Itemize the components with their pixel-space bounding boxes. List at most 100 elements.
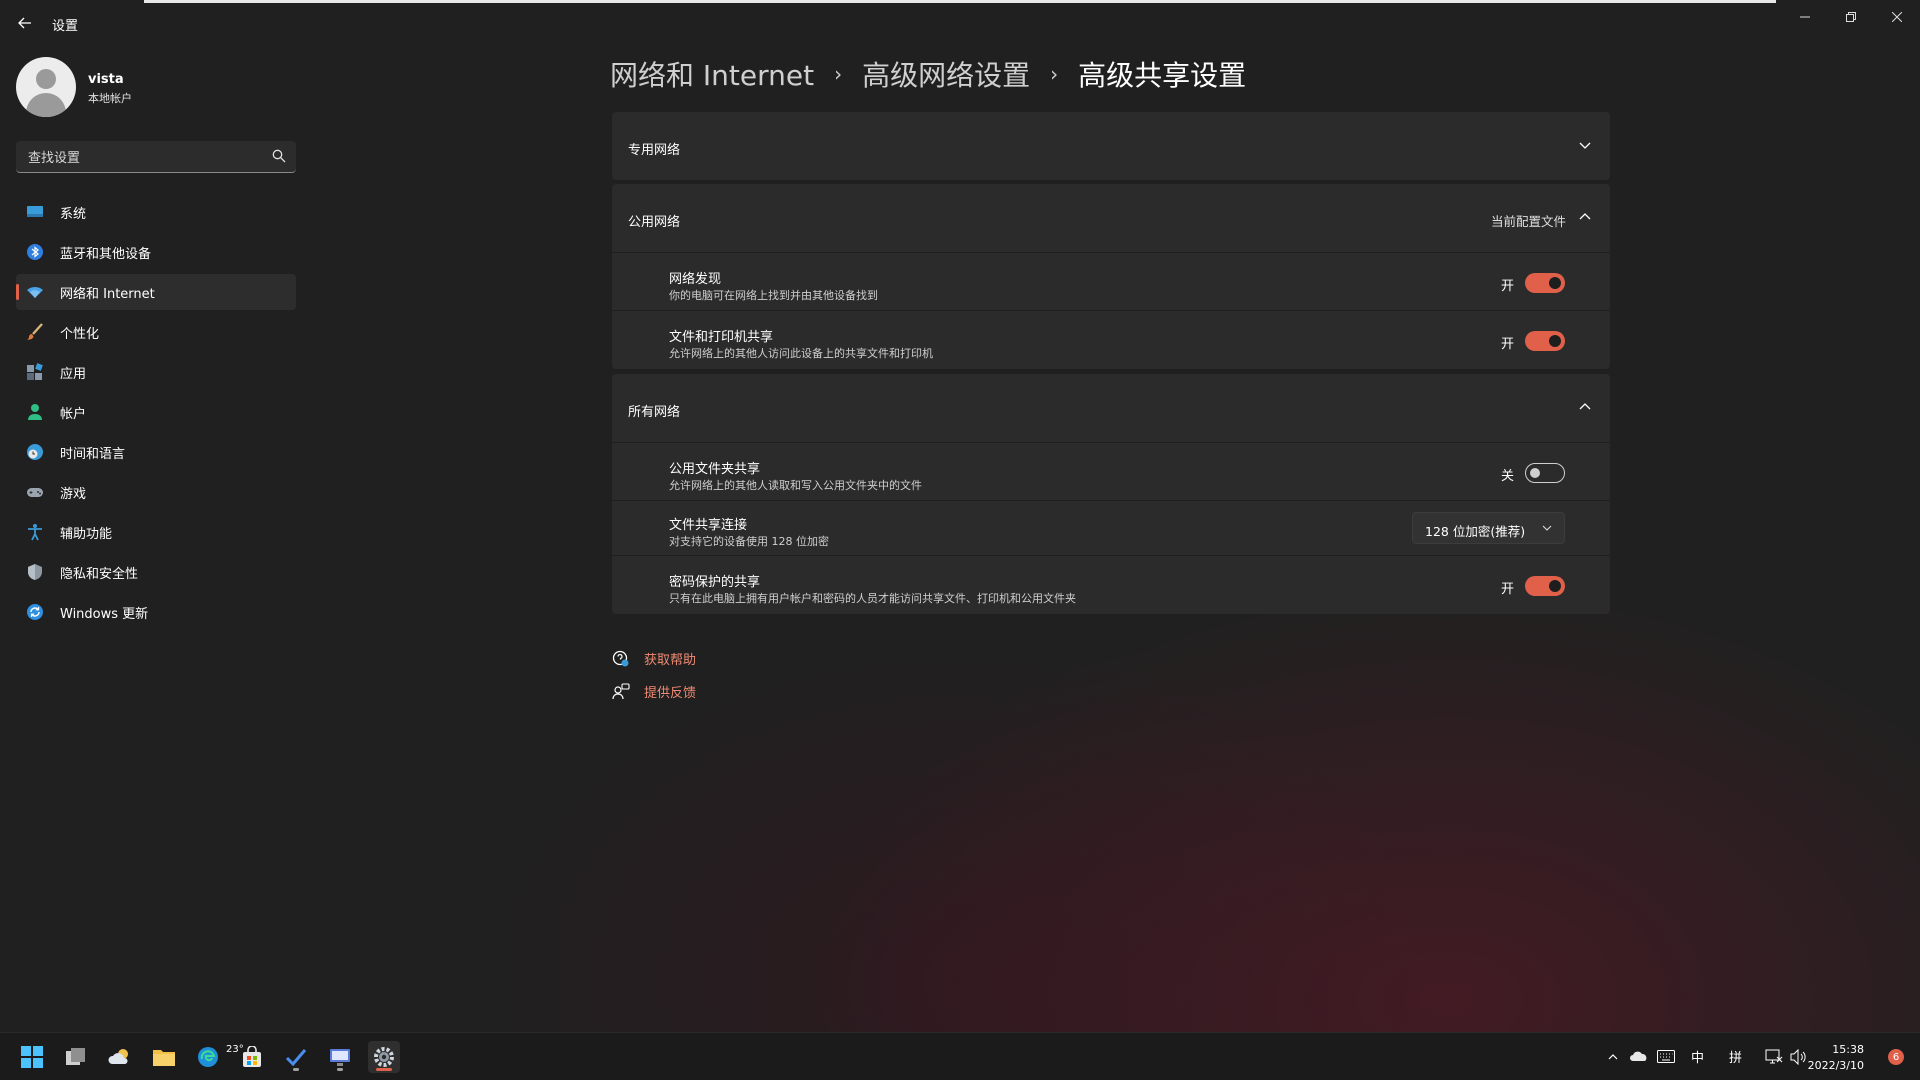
task-view-button[interactable]: [60, 1041, 92, 1073]
setting-title: 公用文件夹共享: [669, 462, 761, 477]
avatar[interactable]: [16, 57, 76, 117]
onedrive-cloud-icon[interactable]: [1630, 1049, 1648, 1063]
breadcrumb: 网络和 Internet › 高级网络设置 › 高级共享设置: [610, 54, 1246, 94]
clock-date[interactable]: 2022/3/10: [1808, 1059, 1864, 1072]
breadcrumb-separator: ›: [834, 62, 843, 86]
setting-row-public-folder-sharing: 公用文件夹共享 允许网络上的其他人读取和写入公用文件夹中的文件 关: [612, 442, 1610, 501]
section-title: 所有网络: [628, 405, 681, 420]
password-protected-sharing-toggle[interactable]: [1525, 576, 1565, 596]
close-icon: [1892, 12, 1902, 22]
file-explorer-button[interactable]: [148, 1041, 180, 1073]
ime-language-indicator[interactable]: 中: [1691, 1047, 1704, 1066]
give-feedback-link[interactable]: 提供反馈: [612, 682, 696, 701]
sidebar-item-apps[interactable]: 应用: [16, 354, 296, 390]
ime-mode-indicator[interactable]: 拼: [1729, 1047, 1742, 1066]
running-indicator: [293, 1068, 299, 1071]
get-help-label[interactable]: 获取帮助: [644, 649, 696, 668]
person-icon: [26, 403, 44, 421]
avatar-body-shape: [26, 93, 66, 117]
back-button[interactable]: [6, 6, 44, 40]
sidebar-item-label: 辅助功能: [60, 526, 113, 542]
bluetooth-icon: [26, 243, 44, 261]
edge-browser-button[interactable]: [192, 1041, 224, 1073]
chevron-up-icon[interactable]: [1607, 1051, 1619, 1063]
network-discovery-toggle[interactable]: [1525, 273, 1565, 293]
dropdown-value: 128 位加密(推荐): [1425, 524, 1526, 539]
sidebar-item-windows-update[interactable]: Windows 更新: [16, 594, 296, 630]
sidebar-item-label: Windows 更新: [60, 606, 149, 622]
todo-button[interactable]: [280, 1041, 312, 1073]
weather-cloud-icon: [108, 1049, 128, 1064]
checkmark-icon: [285, 1049, 307, 1067]
gear-icon: [374, 1047, 394, 1067]
store-bag-icon: [243, 1046, 261, 1067]
sidebar-item-label: 系统: [60, 206, 87, 222]
chevron-up-icon: [1579, 213, 1591, 220]
sidebar-item-gaming[interactable]: 游戏: [16, 474, 296, 510]
toggle-knob: [1530, 468, 1540, 478]
keyboard-icon[interactable]: [1657, 1050, 1675, 1063]
setting-description: 对支持它的设备使用 128 位加密: [669, 535, 829, 548]
sidebar-item-time-language[interactable]: 时间和语言: [16, 434, 296, 470]
search-box[interactable]: [16, 141, 296, 173]
setting-title: 文件和打印机共享: [669, 330, 774, 345]
sidebar-item-system[interactable]: 系统: [16, 194, 296, 230]
section-header-private[interactable]: 专用网络: [612, 112, 1610, 180]
network-status-icon[interactable]: [1765, 1049, 1783, 1065]
section-private-network: 专用网络: [612, 112, 1610, 180]
public-folder-sharing-toggle[interactable]: [1525, 463, 1565, 483]
sidebar-item-accessibility[interactable]: 辅助功能: [16, 514, 296, 550]
section-header-all[interactable]: 所有网络: [612, 374, 1610, 442]
section-header-public[interactable]: 公用网络 当前配置文件: [612, 184, 1610, 252]
toggle-state-label: 开: [1501, 582, 1515, 597]
sidebar-item-accounts[interactable]: 帐户: [16, 394, 296, 430]
minimize-icon: [1800, 16, 1810, 18]
sidebar-item-bluetooth[interactable]: 蓝牙和其他设备: [16, 234, 296, 270]
sidebar-item-label: 网络和 Internet: [60, 286, 155, 302]
breadcrumb-separator: ›: [1050, 62, 1059, 86]
setting-description: 允许网络上的其他人读取和写入公用文件夹中的文件: [669, 479, 922, 492]
current-profile-label: 当前配置文件: [1490, 214, 1566, 229]
volume-icon[interactable]: [1790, 1049, 1808, 1065]
sidebar-item-privacy-security[interactable]: 隐私和安全性: [16, 554, 296, 590]
toggle-state-label: 开: [1501, 279, 1515, 294]
clock-time[interactable]: 15:38: [1832, 1043, 1864, 1056]
search-input[interactable]: [26, 147, 260, 169]
give-feedback-label[interactable]: 提供反馈: [644, 682, 696, 701]
sidebar-item-network[interactable]: 网络和 Internet: [16, 274, 296, 310]
sidebar-item-personalization[interactable]: 个性化: [16, 314, 296, 350]
feedback-icon: [612, 682, 630, 699]
setting-title: 网络发现: [669, 272, 722, 287]
setting-description: 允许网络上的其他人访问此设备上的共享文件和打印机: [669, 347, 933, 360]
section-all-networks: 所有网络 公用文件夹共享 允许网络上的其他人读取和写入公用文件夹中的文件 关 文…: [612, 374, 1610, 614]
running-indicator: [337, 1068, 343, 1071]
task-view-icon: [66, 1048, 85, 1065]
file-printer-sharing-toggle[interactable]: [1525, 331, 1565, 351]
restore-button[interactable]: [1828, 6, 1874, 28]
remote-desktop-icon: [330, 1049, 350, 1066]
widgets-button[interactable]: 23°: [104, 1041, 244, 1073]
sidebar-item-label: 蓝牙和其他设备: [60, 246, 152, 262]
breadcrumb-item-advanced-network[interactable]: 高级网络设置: [862, 54, 1030, 94]
store-button[interactable]: [236, 1041, 268, 1073]
chevron-up-icon: [1579, 403, 1591, 410]
get-help-link[interactable]: 获取帮助: [612, 649, 696, 668]
section-public-network: 公用网络 当前配置文件 网络发现 你的电脑可在网络上找到并由其他设备找到 开 文…: [612, 184, 1610, 369]
sidebar-item-label: 个性化: [60, 326, 100, 342]
search-icon[interactable]: [272, 149, 286, 163]
monitor-icon: [26, 203, 44, 221]
start-button[interactable]: [16, 1041, 48, 1073]
brush-icon: [26, 323, 44, 341]
remote-desktop-button[interactable]: [324, 1041, 356, 1073]
minimize-button[interactable]: [1782, 6, 1828, 28]
settings-app-button[interactable]: [368, 1041, 400, 1073]
encryption-dropdown[interactable]: 128 位加密(推荐): [1412, 512, 1565, 544]
close-button[interactable]: [1874, 6, 1920, 28]
setting-title: 密码保护的共享: [669, 575, 761, 590]
toggle-state-label: 关: [1501, 469, 1515, 484]
breadcrumb-item-network[interactable]: 网络和 Internet: [610, 54, 814, 94]
shield-icon: [26, 563, 44, 581]
sidebar-item-label: 游戏: [60, 486, 87, 502]
arrow-left-icon: [18, 17, 31, 29]
notification-badge[interactable]: 6: [1888, 1049, 1904, 1065]
